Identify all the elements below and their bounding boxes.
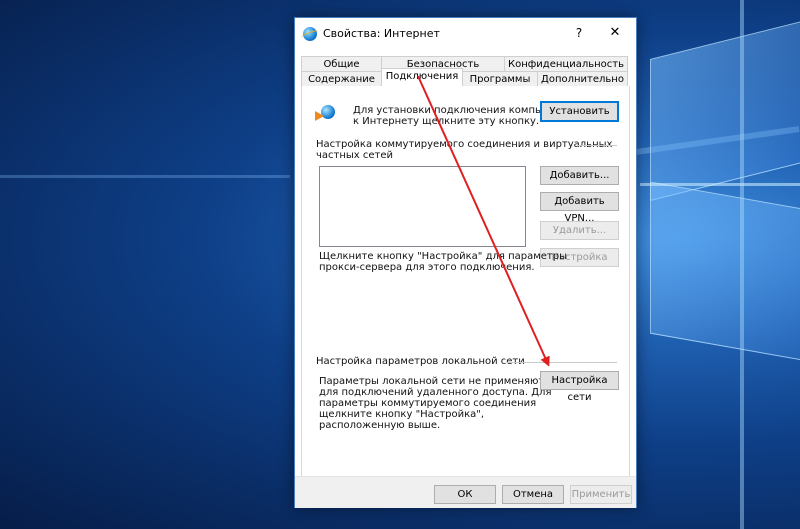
lan-group-label: Настройка параметров локальной сети — [316, 356, 525, 367]
lan-group-divider — [506, 362, 617, 363]
dialup-hint-line1: Щелкните кнопку "Настройка" для параметр… — [319, 251, 567, 262]
tab-content[interactable]: Содержание — [301, 71, 382, 87]
lan-desc-line1: Параметры локальной сети не применяются — [319, 376, 556, 387]
tab-connections[interactable]: Подключения — [381, 68, 463, 87]
internet-options-icon — [303, 27, 317, 41]
title-bar: Свойства: Интернет ? ✕ — [295, 18, 636, 50]
apply-button[interactable]: Применить — [570, 485, 632, 504]
connection-wizard-icon — [315, 104, 335, 122]
tab-advanced[interactable]: Дополнительно — [537, 71, 628, 87]
lan-desc-line5: расположенную выше. — [319, 420, 441, 431]
add-vpn-button[interactable]: Добавить VPN... — [540, 192, 619, 224]
dialup-group-label-line2: частных сетей — [316, 150, 394, 161]
tab-programs[interactable]: Программы — [462, 71, 538, 87]
lan-desc-line4: щелкните кнопку "Настройка", — [319, 409, 485, 420]
add-connection-button[interactable]: Добавить... — [540, 166, 619, 185]
lan-desc-line2: для подключений удаленного доступа. Для — [319, 387, 552, 398]
help-button[interactable]: ? — [567, 22, 591, 44]
internet-properties-dialog: Свойства: Интернет ? ✕ Общие Безопасност… — [294, 17, 637, 508]
dialup-hint-line2: прокси-сервера для этого подключения. — [319, 262, 535, 273]
setup-text-line2: к Интернету щелкните эту кнопку. — [353, 116, 540, 127]
cancel-button[interactable]: Отмена — [502, 485, 564, 504]
ok-button[interactable]: ОК — [434, 485, 496, 504]
tab-general[interactable]: Общие — [301, 56, 382, 72]
setup-button[interactable]: Установить — [540, 101, 619, 122]
remove-connection-button[interactable]: Удалить... — [540, 221, 619, 240]
connections-list[interactable] — [319, 166, 526, 247]
dialup-group-label-line1: Настройка коммутируемого соединения и ви… — [316, 139, 613, 150]
lan-settings-button[interactable]: Настройка сети — [540, 371, 619, 403]
dialup-group-divider — [577, 145, 617, 146]
tab-privacy[interactable]: Конфиденциальность — [504, 56, 628, 72]
lan-desc-line3: параметры коммутируемого соединения — [319, 398, 537, 409]
window-title: Свойства: Интернет — [323, 27, 440, 40]
close-button[interactable]: ✕ — [601, 22, 629, 44]
